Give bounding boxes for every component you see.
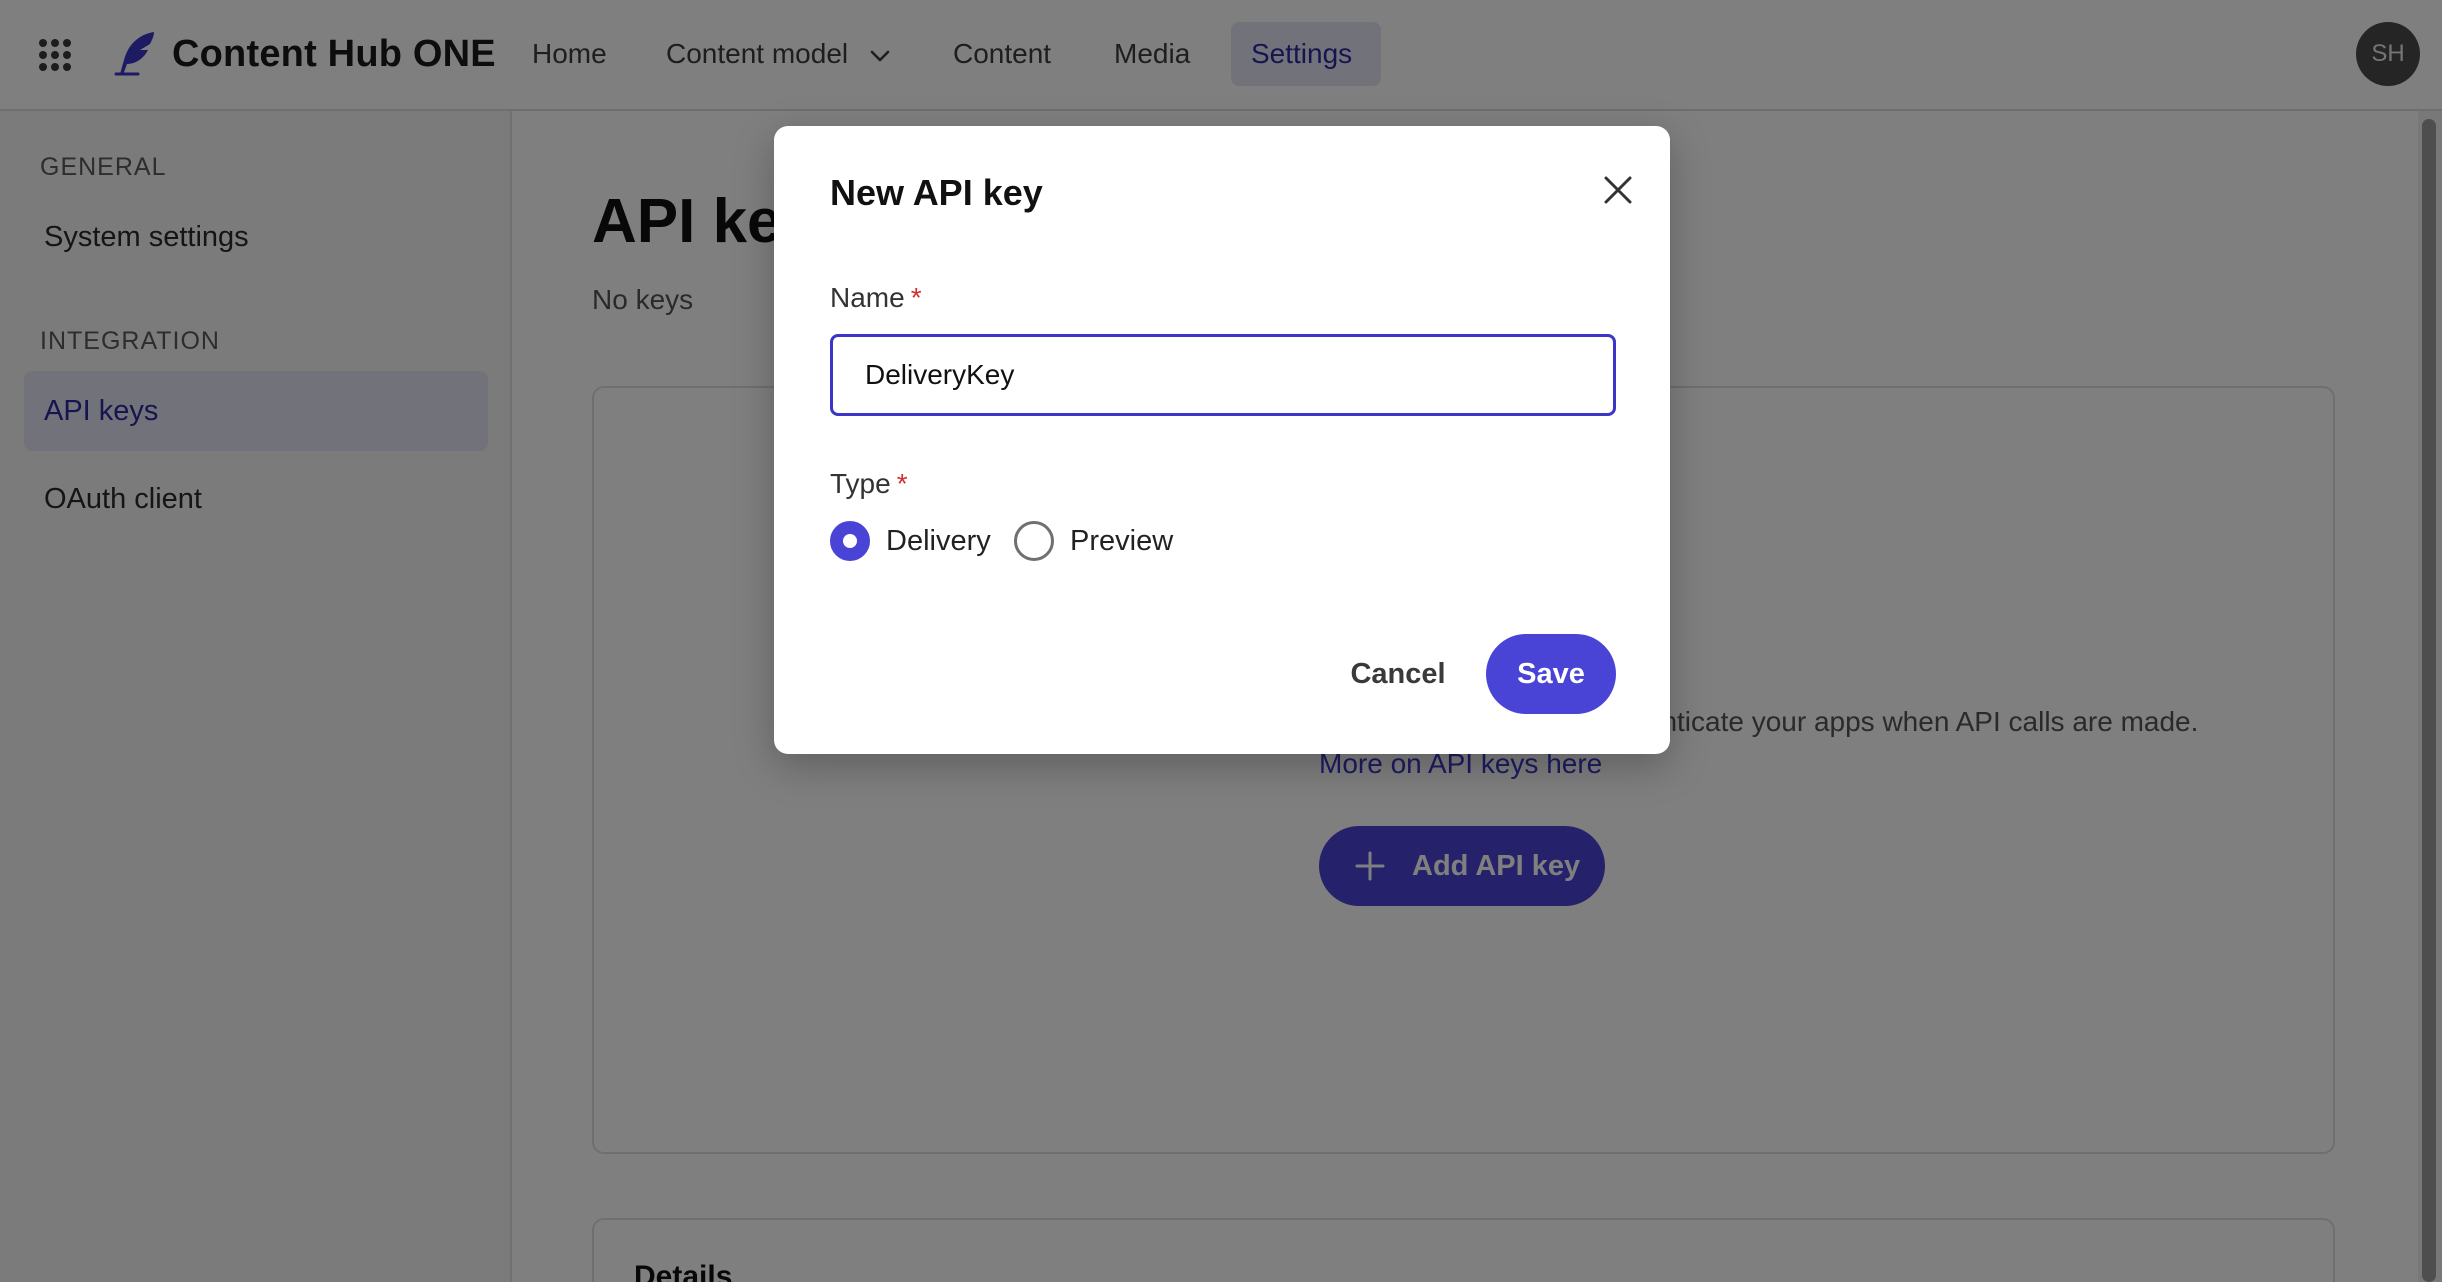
radio-label-preview: Preview bbox=[1070, 525, 1174, 557]
cancel-button[interactable]: Cancel bbox=[1318, 634, 1478, 714]
required-asterisk: * bbox=[910, 282, 922, 313]
name-label-text: Name bbox=[830, 282, 905, 313]
new-api-key-dialog: New API key Name* Type* Delivery Preview… bbox=[774, 126, 1670, 754]
name-field-label: Name * bbox=[830, 282, 922, 314]
radio-label-delivery: Delivery bbox=[886, 525, 991, 557]
api-key-name-input[interactable] bbox=[830, 334, 1616, 416]
radio-preview[interactable] bbox=[1014, 521, 1054, 561]
type-option-delivery[interactable]: Delivery bbox=[830, 520, 1000, 562]
type-option-preview[interactable]: Preview bbox=[1014, 520, 1184, 562]
save-button[interactable]: Save bbox=[1486, 634, 1616, 714]
type-field-label: Type * bbox=[830, 468, 908, 500]
radio-delivery[interactable] bbox=[830, 521, 870, 561]
dialog-title: New API key bbox=[830, 172, 1043, 213]
app-root: Content Hub ONE Home Content model Conte… bbox=[0, 0, 2442, 1282]
type-label-text: Type bbox=[830, 468, 891, 499]
required-asterisk: * bbox=[896, 468, 908, 499]
close-icon[interactable] bbox=[1592, 164, 1644, 216]
